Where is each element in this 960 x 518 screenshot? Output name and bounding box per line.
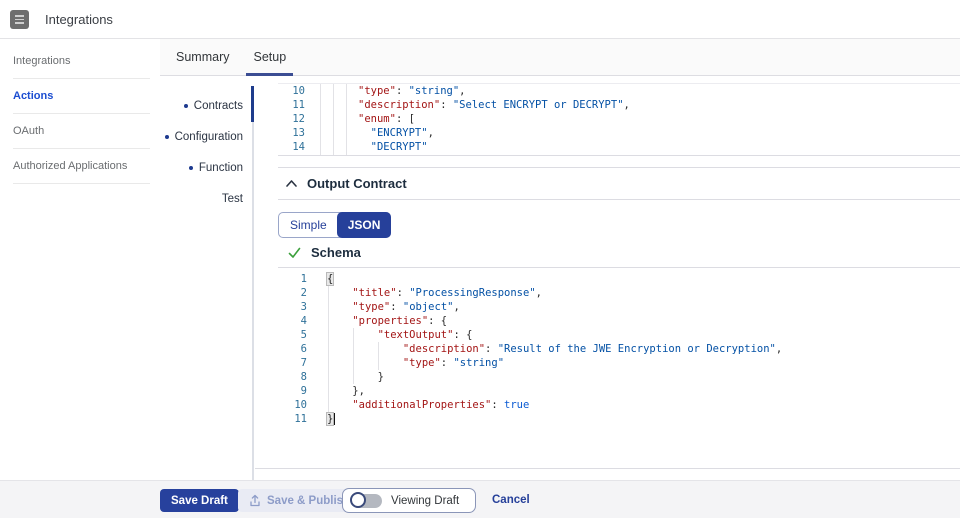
- view-simple-button[interactable]: Simple: [279, 213, 338, 237]
- subnav-scroll-rail[interactable]: [251, 86, 254, 480]
- divider: [278, 199, 960, 200]
- setup-subnav: Contracts Configuration Function Test: [160, 90, 243, 214]
- chevron-up-icon: [286, 180, 297, 187]
- subnav-item-configuration[interactable]: Configuration: [160, 121, 243, 152]
- input-contract-code-editor[interactable]: 10 "type": "string", 11 "description": "Sel…: [278, 83, 960, 156]
- view-json-button[interactable]: JSON: [336, 212, 392, 238]
- sidebar-item-oauth[interactable]: OAuth: [13, 114, 150, 149]
- bullet-icon: [188, 165, 193, 170]
- divider: [278, 267, 960, 268]
- schema-label: Schema: [311, 245, 361, 260]
- tab-setup[interactable]: Setup: [246, 39, 293, 76]
- toggle-switch-off[interactable]: [350, 491, 382, 508]
- top-bar: Integrations: [0, 0, 960, 39]
- toggle-knob: [350, 491, 366, 508]
- footer-action-bar: Save Draft Save & Publish Viewing Draft …: [0, 480, 960, 518]
- subnav-item-test[interactable]: Test: [160, 183, 243, 214]
- output-contract-title: Output Contract: [307, 176, 407, 191]
- tab-summary[interactable]: Summary: [169, 39, 236, 75]
- bullet-icon: [183, 103, 188, 108]
- contract-view-toggle: Simple JSON: [278, 212, 392, 238]
- indent-guide: [333, 84, 334, 155]
- bullet-icon: [164, 134, 169, 139]
- tab-bar: Summary Setup: [160, 39, 960, 76]
- indent-guide: [320, 84, 321, 155]
- schema-status-row: Schema: [288, 245, 361, 260]
- publish-upload-icon: [250, 494, 260, 507]
- divider: [255, 468, 960, 469]
- page-title: Integrations: [45, 12, 113, 27]
- save-draft-button[interactable]: Save Draft: [160, 489, 239, 512]
- subnav-active-indicator: [251, 86, 254, 122]
- indent-guide: [346, 84, 347, 155]
- output-schema-code-editor[interactable]: 1{2 "title": "ProcessingResponse", 3 "typ…: [278, 272, 960, 434]
- sidebar: Integrations Actions OAuth Authorized Ap…: [13, 44, 150, 184]
- indent-guide: [353, 328, 354, 384]
- sidebar-item-actions[interactable]: Actions: [13, 79, 150, 114]
- sidebar-item-authorized-applications[interactable]: Authorized Applications: [13, 149, 150, 184]
- subnav-item-contracts[interactable]: Contracts: [160, 90, 243, 121]
- indent-guide: [328, 286, 329, 412]
- viewing-draft-toggle[interactable]: Viewing Draft: [342, 488, 476, 513]
- sidebar-item-integrations[interactable]: Integrations: [13, 44, 150, 79]
- cancel-button[interactable]: Cancel: [492, 494, 530, 506]
- indent-guide: [378, 342, 379, 370]
- subnav-item-function[interactable]: Function: [160, 152, 243, 183]
- check-icon: [288, 247, 301, 258]
- divider: [278, 167, 960, 168]
- hamburger-menu-icon[interactable]: [10, 10, 29, 29]
- output-contract-section-header[interactable]: Output Contract: [285, 176, 407, 191]
- viewing-draft-label: Viewing Draft: [391, 494, 460, 507]
